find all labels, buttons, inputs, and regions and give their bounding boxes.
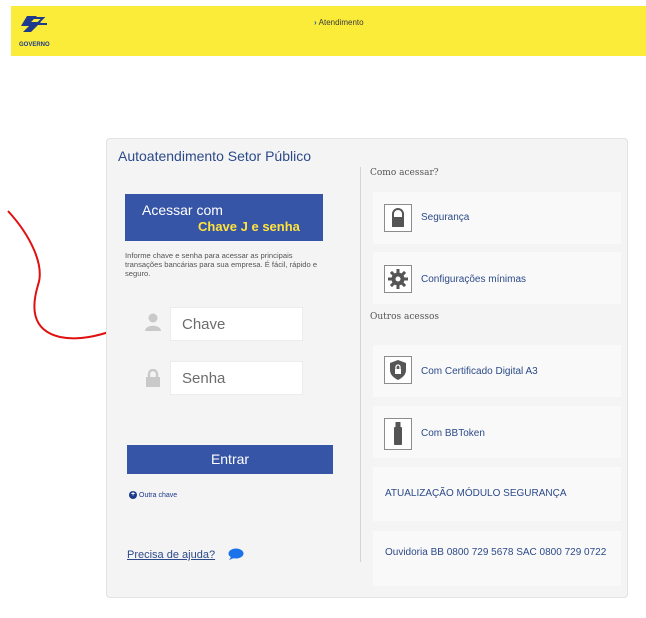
page-title: Autoatendimento Setor Público bbox=[118, 148, 312, 164]
gear-icon bbox=[384, 265, 412, 293]
tile-security-label: Segurança bbox=[421, 212, 470, 223]
help-link[interactable]: Precisa de ajuda? bbox=[127, 549, 215, 561]
other-key-label: Outra chave bbox=[139, 491, 178, 499]
access-banner-line1: Acessar com bbox=[142, 202, 223, 218]
tile-security-module[interactable]: ATUALIZAÇÃO MÓDULO SEGURANÇA bbox=[373, 467, 621, 521]
column-divider bbox=[360, 167, 361, 562]
security-module-label: ATUALIZAÇÃO MÓDULO SEGURANÇA bbox=[385, 488, 567, 499]
how-to-access-label: Como acessar? bbox=[370, 168, 439, 178]
access-banner: Acessar com Chave J e senha bbox=[125, 194, 323, 241]
tile-ombudsman[interactable]: Ouvidoria BB 0800 729 5678 SAC 0800 729 … bbox=[373, 531, 621, 586]
header-bar: GOVERNO › Atendimento bbox=[11, 6, 646, 56]
logo-text: GOVERNO bbox=[19, 42, 50, 48]
other-access-label: Outros acessos bbox=[370, 312, 439, 322]
chat-bubble-icon[interactable] bbox=[228, 548, 244, 560]
tile-bbtoken[interactable]: Com BBToken bbox=[373, 406, 621, 458]
tile-digital-certificate-label: Com Certificado Digital A3 bbox=[421, 366, 538, 377]
enter-button[interactable]: Entrar bbox=[127, 445, 333, 474]
login-info-text: Informe chave e senha para acessar as pr… bbox=[125, 251, 318, 278]
tile-bbtoken-label: Com BBToken bbox=[421, 428, 485, 439]
tile-security[interactable]: Segurança bbox=[373, 192, 621, 244]
ombudsman-label: Ouvidoria BB 0800 729 5678 SAC 0800 729 … bbox=[385, 547, 607, 558]
key-input-placeholder: Chave bbox=[182, 316, 226, 333]
chevron-right-icon: › bbox=[314, 18, 317, 27]
user-icon bbox=[145, 313, 161, 331]
plus-circle-icon: + bbox=[129, 491, 137, 499]
usb-token-icon bbox=[384, 418, 412, 450]
password-input-placeholder: Senha bbox=[182, 370, 226, 387]
tile-digital-certificate[interactable]: Com Certificado Digital A3 bbox=[373, 345, 621, 397]
lock-icon bbox=[146, 369, 160, 387]
breadcrumb-label: Atendimento bbox=[318, 18, 364, 27]
bb-logo-icon bbox=[21, 16, 47, 32]
login-card: Autoatendimento Setor Público Acessar co… bbox=[106, 138, 628, 598]
breadcrumb[interactable]: › Atendimento bbox=[314, 18, 364, 27]
key-input[interactable]: Chave bbox=[170, 307, 303, 341]
shield-lock-icon bbox=[384, 356, 412, 384]
bb-logo[interactable]: GOVERNO bbox=[19, 12, 50, 48]
lock-icon bbox=[384, 204, 412, 232]
other-key-link[interactable]: + Outra chave bbox=[129, 491, 177, 499]
password-input[interactable]: Senha bbox=[170, 361, 303, 395]
access-banner-line2: Chave J e senha bbox=[198, 219, 300, 234]
tile-min-config[interactable]: Configurações mínimas bbox=[373, 252, 621, 304]
tile-min-config-label: Configurações mínimas bbox=[421, 274, 527, 285]
